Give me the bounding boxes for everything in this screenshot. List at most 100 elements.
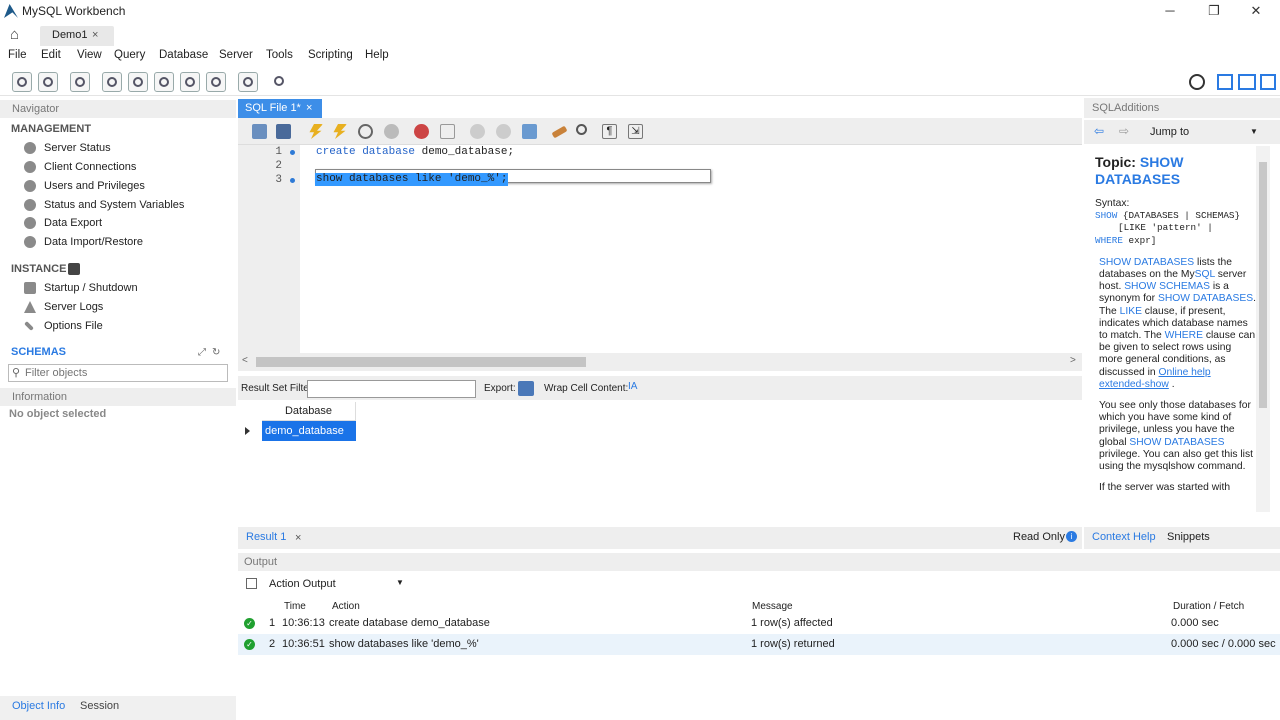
help-kw: LIKE: [1119, 305, 1142, 317]
save-icon[interactable]: [276, 124, 291, 139]
export-icon[interactable]: [518, 381, 534, 396]
commit-icon[interactable]: [470, 124, 485, 139]
autocommit-icon[interactable]: [522, 124, 537, 139]
create-function-icon[interactable]: [206, 72, 226, 92]
row-pointer-icon: [245, 427, 250, 435]
close-tab-icon[interactable]: ×: [92, 29, 98, 41]
close-sql-tab-icon[interactable]: ×: [306, 102, 312, 114]
help-text: privilege. You can also get this list us…: [1099, 448, 1253, 473]
col-action[interactable]: Action: [332, 601, 360, 612]
new-sql-tab-icon[interactable]: [12, 72, 32, 92]
menu-scripting[interactable]: Scripting: [308, 49, 353, 61]
result-cell[interactable]: demo_database: [262, 421, 356, 441]
toggle-secondary-sidebar-icon[interactable]: [1260, 74, 1276, 90]
find-icon[interactable]: [576, 124, 587, 135]
menu-help[interactable]: Help: [365, 49, 389, 61]
tab-context-help[interactable]: Context Help: [1092, 531, 1156, 543]
help-scroll-thumb[interactable]: [1259, 162, 1267, 408]
open-file-icon[interactable]: [252, 124, 267, 139]
scroll-right-icon[interactable]: >: [1070, 355, 1076, 366]
menu-edit[interactable]: Edit: [41, 49, 61, 61]
open-sql-script-icon[interactable]: [38, 72, 58, 92]
create-schema-icon[interactable]: [102, 72, 122, 92]
home-icon[interactable]: ⌂: [10, 26, 30, 44]
inspector-icon[interactable]: [70, 72, 90, 92]
menu-view[interactable]: View: [77, 49, 102, 61]
schema-filter[interactable]: ⚲: [8, 364, 228, 382]
success-icon: ✓: [244, 618, 255, 629]
chevron-down-icon: ▼: [396, 578, 404, 587]
read-only-label: Read Only: [1013, 531, 1065, 543]
reconnect-icon[interactable]: [270, 72, 290, 92]
no-object-text: No object selected: [9, 408, 107, 420]
info-icon[interactable]: i: [1066, 531, 1077, 542]
copy-icon[interactable]: [246, 578, 257, 589]
forward-icon[interactable]: ⇨: [1119, 124, 1129, 138]
filter-objects-input[interactable]: [25, 366, 223, 380]
line-number: 2: [275, 160, 282, 172]
create-procedure-icon[interactable]: [180, 72, 200, 92]
menu-database[interactable]: Database: [159, 49, 208, 61]
row-message: 1 row(s) returned: [751, 638, 835, 650]
nav-label: Server Status: [44, 142, 111, 154]
search-table-data-icon[interactable]: [238, 72, 258, 92]
explain-icon[interactable]: [358, 124, 373, 139]
toggle-output-icon[interactable]: [1238, 74, 1256, 90]
back-icon[interactable]: ⇦: [1094, 124, 1104, 138]
scroll-left-icon[interactable]: <: [242, 355, 248, 366]
output-row[interactable]: ✓ 1 10:36:13 create database demo_databa…: [238, 613, 1280, 634]
rollback-icon[interactable]: [496, 124, 511, 139]
wrap-cell-icon[interactable]: IA: [628, 381, 637, 392]
scroll-thumb[interactable]: [256, 357, 586, 367]
wrap-lines-icon[interactable]: ⇲: [628, 124, 643, 139]
settings-icon[interactable]: [1189, 74, 1205, 90]
expand-icon[interactable]: ⤢: [198, 347, 206, 358]
navigator-bottom-tabs: Object Info Session: [0, 696, 236, 720]
code-line-1: create database demo_database;: [316, 146, 514, 158]
instance-title: INSTANCE: [11, 263, 67, 275]
refresh-icon[interactable]: ↻: [212, 347, 220, 358]
tab-session[interactable]: Session: [80, 700, 119, 712]
menu-file[interactable]: File: [8, 49, 27, 61]
output-column-headers: Time Action Message Duration / Fetch: [238, 598, 1280, 614]
invisible-chars-icon[interactable]: ¶: [602, 124, 617, 139]
create-view-icon[interactable]: [154, 72, 174, 92]
col-time[interactable]: Time: [284, 601, 306, 612]
output-selector-value: Action Output: [269, 578, 336, 590]
restore-icon[interactable]: ❐: [1204, 3, 1224, 21]
menu-tools[interactable]: Tools: [266, 49, 293, 61]
startup-icon: [24, 282, 36, 294]
syntax-text: {DATABASES | SCHEMAS}: [1117, 210, 1241, 222]
statement-marker-icon: [290, 150, 295, 155]
menu-query[interactable]: Query: [114, 49, 145, 61]
tab-snippets[interactable]: Snippets: [1167, 531, 1210, 543]
tab-sql-file-1[interactable]: SQL File 1* ×: [238, 99, 322, 118]
output-row[interactable]: ✓ 2 10:36:51 show databases like 'demo_%…: [238, 634, 1280, 655]
chevron-down-icon[interactable]: ▼: [1250, 127, 1258, 136]
output-type-selector[interactable]: Action Output ▼: [242, 575, 412, 595]
result-filter-input[interactable]: [307, 380, 476, 398]
connection-tab-label: Demo1: [52, 29, 88, 41]
col-duration[interactable]: Duration / Fetch: [1173, 601, 1244, 612]
help-kw: SHOW DATABASES: [1129, 436, 1225, 448]
close-icon[interactable]: ✕: [1246, 3, 1266, 21]
column-header-database[interactable]: Database: [262, 402, 356, 421]
col-message[interactable]: Message: [752, 601, 793, 612]
variables-icon: [24, 199, 36, 211]
connection-tab-demo1[interactable]: Demo1 ×: [40, 26, 114, 46]
tab-result-1[interactable]: Result 1: [246, 531, 286, 543]
limit-rows-icon[interactable]: [440, 124, 455, 139]
tab-object-info[interactable]: Object Info: [12, 700, 65, 712]
close-result-icon[interactable]: ×: [295, 532, 301, 544]
create-table-icon[interactable]: [128, 72, 148, 92]
toggle-sidebar-icon[interactable]: [1217, 74, 1233, 90]
execute-icon[interactable]: [309, 124, 323, 139]
minimize-icon[interactable]: ─: [1160, 3, 1180, 21]
toggle-stop-on-error-icon[interactable]: [414, 124, 429, 139]
beautify-icon[interactable]: [551, 125, 568, 139]
execute-current-icon[interactable]: [333, 124, 347, 139]
stop-icon[interactable]: [384, 124, 399, 139]
menu-server[interactable]: Server: [219, 49, 253, 61]
jump-to-select[interactable]: Jump to: [1150, 126, 1189, 138]
nav-label: Startup / Shutdown: [44, 282, 138, 294]
